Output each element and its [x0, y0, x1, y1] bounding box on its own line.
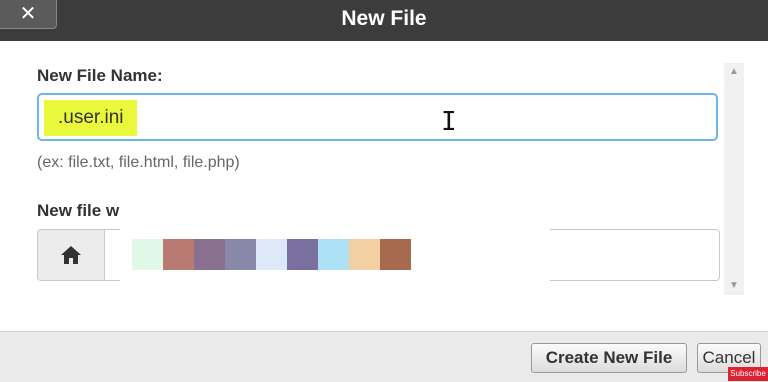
path-label-text: New file w — [37, 201, 120, 220]
home-addon[interactable] — [38, 230, 105, 280]
dialog-body: New File Name: .user.ini I (ex: file.txt… — [0, 41, 768, 331]
home-icon — [61, 246, 81, 264]
file-name-input[interactable]: .user.ini I — [37, 93, 718, 141]
redaction-swatch — [349, 239, 380, 270]
text-cursor-icon: I — [441, 107, 457, 137]
redaction-swatch — [194, 239, 225, 270]
redaction-swatch — [132, 239, 163, 270]
scroll-down-arrow-icon[interactable]: ▼ — [724, 277, 744, 295]
file-name-value: .user.ini — [44, 100, 138, 136]
scrollbar[interactable]: ▲ ▼ — [724, 63, 744, 295]
file-name-hint: (ex: file.txt, file.html, file.php) — [37, 154, 240, 171]
redaction-swatches — [132, 239, 411, 270]
dialog-title: New File — [341, 7, 427, 30]
redaction-swatch — [256, 239, 287, 270]
subscribe-badge[interactable]: Subscribe — [728, 367, 768, 381]
file-name-label: New File Name: — [37, 66, 163, 85]
path-label: New file w — [37, 201, 119, 221]
redaction-swatch — [287, 239, 318, 270]
redaction-swatch — [380, 239, 411, 270]
create-new-file-button[interactable]: Create New File — [531, 343, 687, 373]
dialog-titlebar: ✕ New File — [0, 0, 768, 41]
redaction-swatch — [318, 239, 349, 270]
dialog-footer: Create New File Cancel — [0, 331, 768, 382]
redaction-swatch — [225, 239, 256, 270]
scroll-up-arrow-icon[interactable]: ▲ — [724, 63, 744, 81]
redaction-swatch — [163, 239, 194, 270]
